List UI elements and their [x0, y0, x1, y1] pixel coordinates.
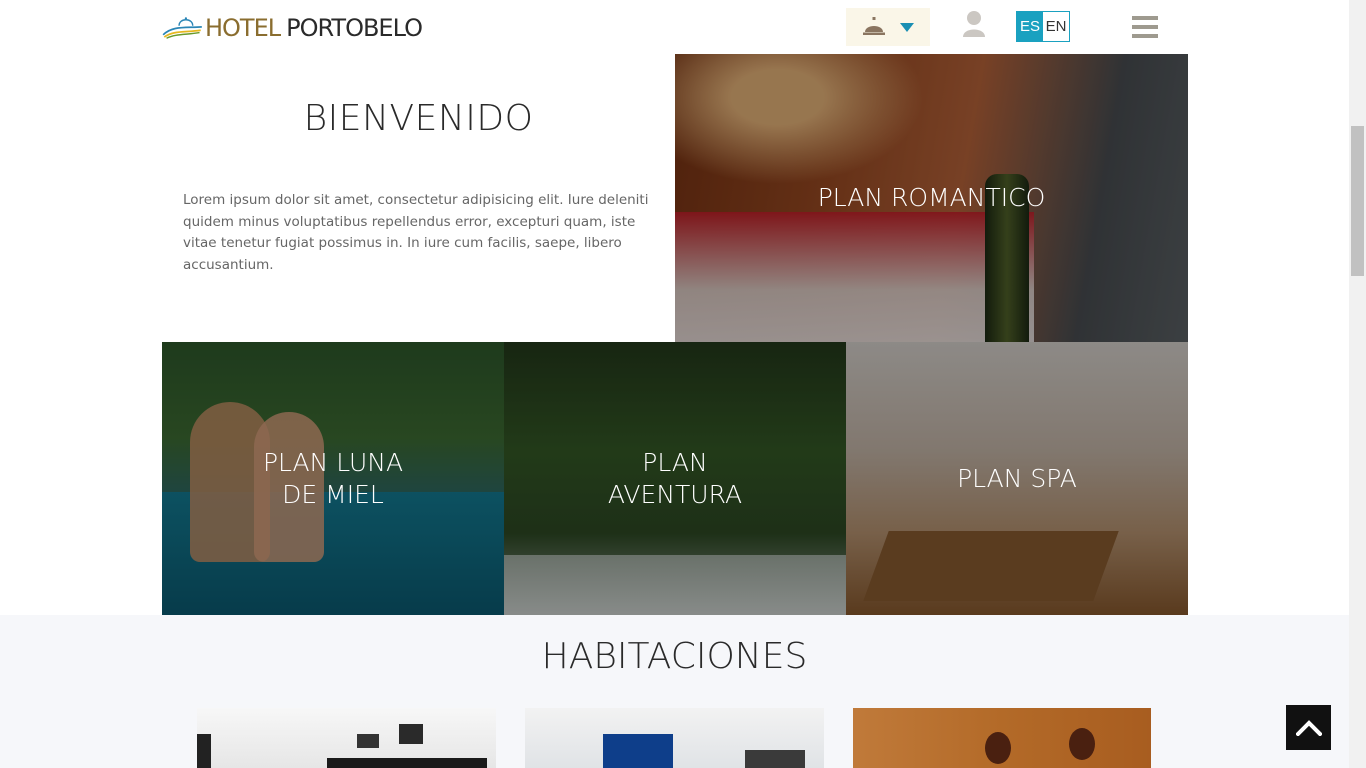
label-line-1: PLAN — [642, 447, 708, 477]
label-line-1: PLAN LUNA — [262, 447, 404, 477]
plan-aventura-label: PLAN AVENTURA — [608, 447, 742, 511]
plan-luna-de-miel-label: PLAN LUNA DE MIEL — [263, 447, 403, 511]
welcome-text: Lorem ipsum dolor sit amet, consectetur … — [183, 192, 649, 273]
headboard-decoration — [327, 758, 487, 768]
welcome-title: BIENVENIDO — [303, 98, 534, 139]
shelf-decoration — [745, 750, 805, 768]
chevron-up-icon — [1295, 719, 1322, 736]
plan-spa-label: PLAN SPA — [957, 463, 1077, 493]
language-es-button[interactable]: ES — [1017, 12, 1043, 41]
logo-word-hotel: HOTEL — [204, 14, 281, 42]
hotel-logo[interactable]: HOTEL PORTOBELO — [162, 6, 423, 50]
plan-spa-tile[interactable]: PLAN SPA — [846, 342, 1188, 615]
language-switcher: ES EN — [1016, 11, 1070, 42]
wall-plate-decoration — [985, 732, 1011, 764]
plan-luna-de-miel-tile[interactable]: PLAN LUNA DE MIEL — [162, 342, 504, 615]
wall-art-decoration — [357, 734, 379, 748]
menu-bar-top — [1132, 16, 1158, 20]
user-icon — [963, 11, 985, 37]
logo-cloche-icon — [162, 17, 202, 39]
room-card[interactable] — [197, 708, 496, 768]
room-card[interactable] — [853, 708, 1151, 768]
menu-bar-middle — [1132, 25, 1158, 29]
hamburger-menu-icon[interactable] — [1132, 16, 1158, 38]
page-scrollbar[interactable] — [1349, 0, 1366, 768]
logo-word-portobelo: PORTOBELO — [286, 14, 423, 42]
caret-down-icon — [900, 22, 914, 32]
wall-art-decoration — [399, 724, 423, 744]
plan-aventura-tile[interactable]: PLAN AVENTURA — [504, 342, 846, 615]
wall-art-decoration — [197, 734, 211, 768]
label-line-2: AVENTURA — [607, 479, 743, 509]
wall-plate-decoration — [1069, 728, 1095, 760]
plan-romantico-tile[interactable]: PLAN ROMANTICO — [675, 54, 1188, 342]
label-line-2: DE MIEL — [282, 479, 384, 509]
habitaciones-title: HABITACIONES — [541, 636, 808, 677]
menu-bar-bottom — [1132, 34, 1158, 38]
reception-bell-icon — [863, 17, 885, 35]
back-to-top-button[interactable] — [1286, 705, 1331, 750]
site-header: HOTEL PORTOBELO ES EN — [0, 0, 1349, 54]
user-account-button[interactable] — [960, 10, 988, 40]
scrollbar-thumb[interactable] — [1351, 126, 1364, 276]
room-card[interactable] — [525, 708, 824, 768]
plan-romantico-label: PLAN ROMANTICO — [817, 183, 1046, 212]
language-en-button[interactable]: EN — [1043, 12, 1069, 41]
blue-panels-decoration — [603, 734, 673, 768]
reservations-dropdown-button[interactable] — [846, 8, 930, 46]
